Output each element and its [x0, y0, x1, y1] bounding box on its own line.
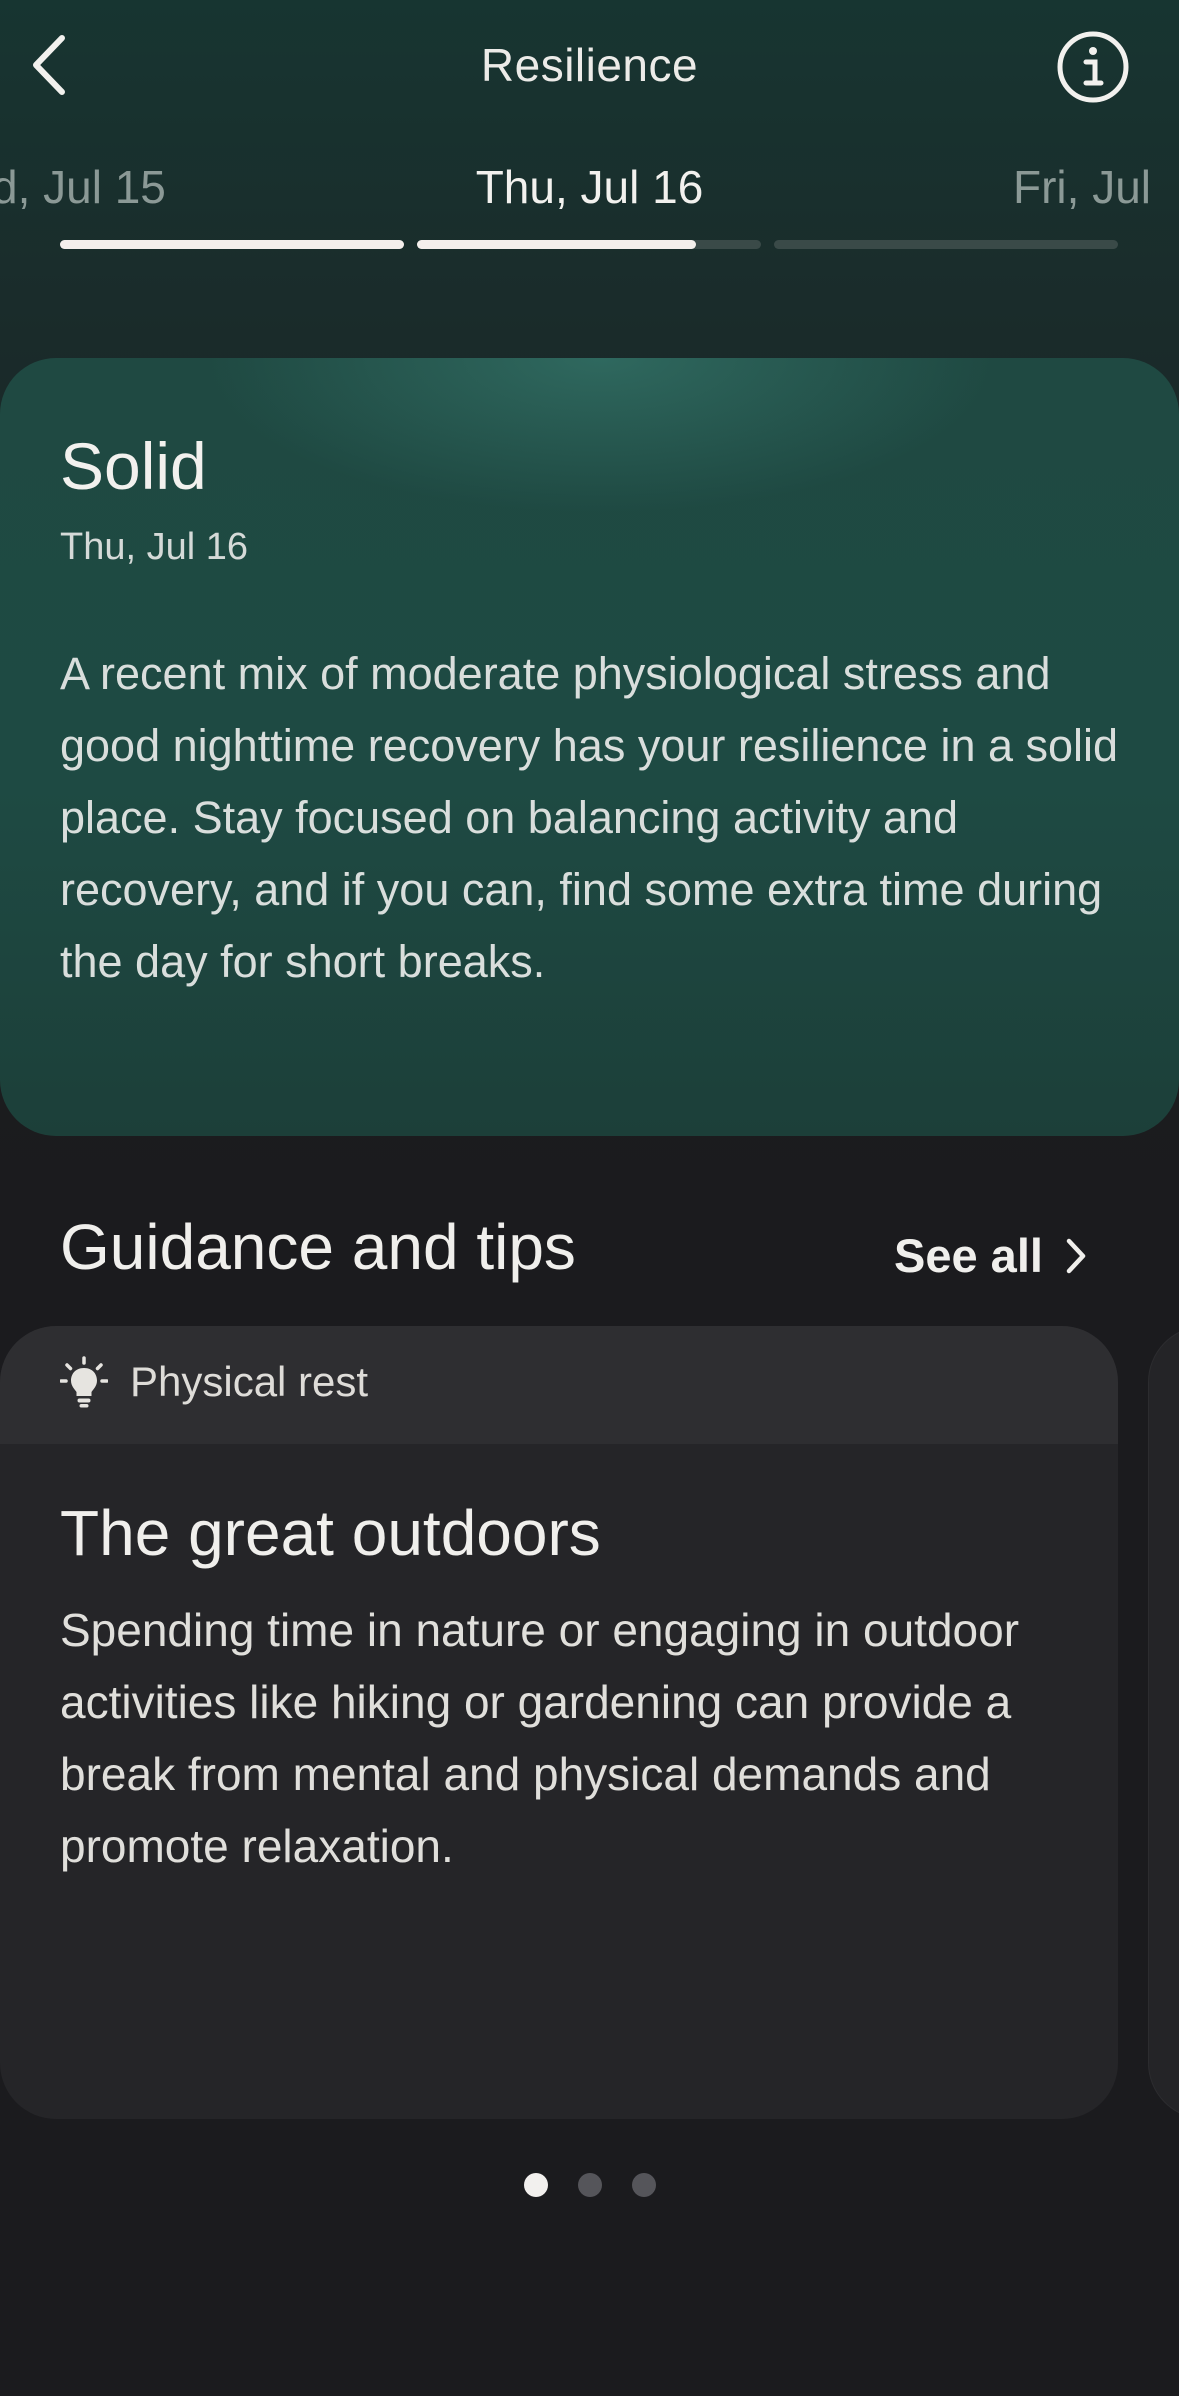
info-button[interactable] [1056, 30, 1130, 104]
tip-category: Physical rest [60, 1356, 368, 1408]
progress-bar-previous [60, 240, 404, 249]
tip-card-header: Physical rest [0, 1326, 1118, 1444]
progress-bar-current [417, 240, 761, 249]
tip-category-label: Physical rest [130, 1358, 369, 1405]
date-tab-next[interactable]: Fri, Jul [1013, 160, 1151, 214]
progress-fill [60, 240, 404, 249]
page-title: Resilience [480, 39, 699, 91]
resilience-date: Thu, Jul 16 [60, 526, 248, 568]
see-all-link[interactable]: See all [894, 1228, 1087, 1283]
date-tab-current[interactable]: Thu, Jul 16 [0, 160, 1179, 214]
progress-fill [417, 240, 696, 249]
pager-dot-3[interactable] [631, 2173, 656, 2197]
tip-card-next-peek[interactable] [1148, 1326, 1179, 2119]
carousel-pager [0, 2173, 1179, 2197]
resilience-card: Solid Thu, Jul 16 A recent mix of modera… [0, 358, 1179, 1136]
progress-bar-next [774, 240, 1118, 249]
chevron-right-icon [1066, 1238, 1086, 1273]
tip-body: Spending time in nature or engaging in o… [60, 1604, 1020, 1872]
resilience-description: A recent mix of moderate physiological s… [60, 648, 1119, 987]
resilience-screen: Resilience d, Jul 15 Thu, Jul 16 Fri, Ju… [0, 0, 1179, 2396]
lightbulb-icon [60, 1356, 108, 1408]
tip-title: The great outdoors [60, 1497, 601, 1569]
see-all-label: See all [894, 1229, 1043, 1282]
pager-dot-1[interactable] [523, 2173, 548, 2197]
top-bar: Resilience [0, 0, 1179, 140]
date-progress-bars [60, 240, 1120, 250]
pager-dot-2[interactable] [577, 2173, 602, 2197]
section-title: Guidance and tips [60, 1211, 576, 1283]
date-selector: d, Jul 15 Thu, Jul 16 Fri, Jul [0, 150, 1179, 230]
info-circle-icon [1057, 31, 1129, 103]
resilience-level: Solid [60, 429, 207, 503]
tip-card[interactable]: Physical rest The great outdoors Spendin… [0, 1326, 1118, 2119]
